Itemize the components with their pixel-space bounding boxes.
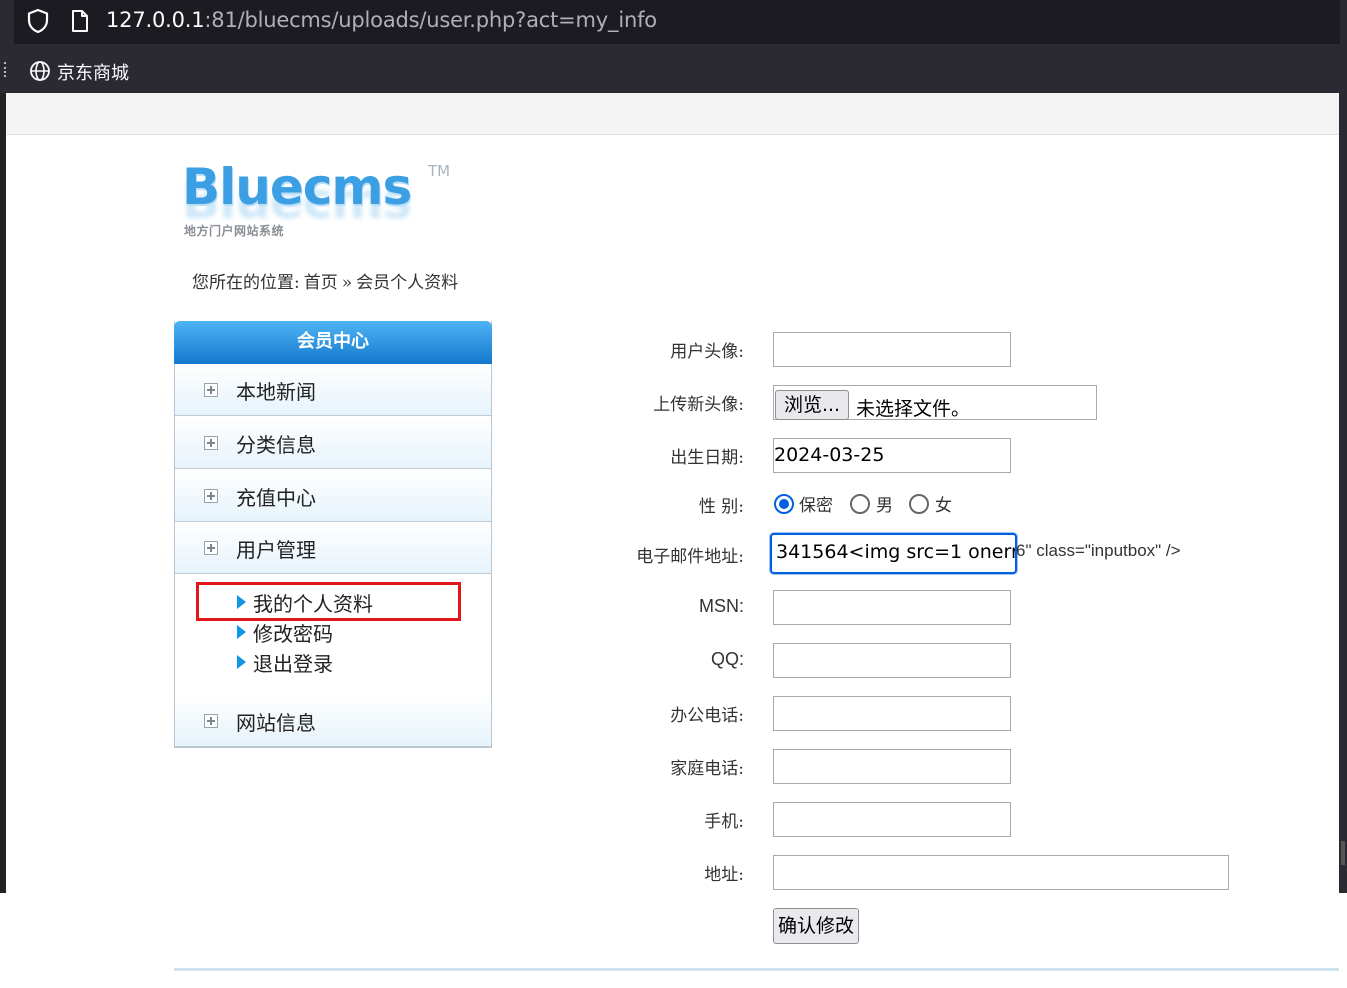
gender-label: 性 别: xyxy=(698,497,744,517)
member-sidebar: 会员中心 本地新闻 分类信息 充值中心 用户管理 我的个人资料 修改密码 退出登… xyxy=(174,321,492,748)
sidebar-item-label: 充值中心 xyxy=(236,486,316,510)
globe-icon xyxy=(30,61,50,81)
breadcrumb-current: 会员个人资料 xyxy=(356,273,459,293)
email-overflow-text: 6" class="inputbox" /> xyxy=(1016,541,1181,560)
site-logo[interactable]: Bluecms TM 地方门户网站系统 xyxy=(180,158,460,248)
office-phone-label: 办公电话: xyxy=(670,706,744,726)
mobile-input[interactable] xyxy=(773,802,1011,837)
sidebar-item-site-info[interactable]: 网站信息 xyxy=(175,695,491,747)
gender-radio-female[interactable] xyxy=(909,494,929,514)
sidebar-item-user-management[interactable]: 用户管理 xyxy=(175,522,491,574)
expand-plus-icon xyxy=(204,714,218,728)
gender-radio-secret[interactable] xyxy=(774,494,794,514)
sidebar-item-local-news[interactable]: 本地新闻 xyxy=(175,364,491,416)
highlight-annotation-box xyxy=(196,582,461,621)
msn-label: MSN: xyxy=(699,596,744,616)
sidebar-item-recharge[interactable]: 充值中心 xyxy=(175,470,491,522)
url-text[interactable]: 127.0.0.1:81/bluecms/uploads/user.php?ac… xyxy=(106,8,657,32)
toolbar-grip xyxy=(4,62,7,77)
url-path: :81/bluecms/uploads/user.php?act=my_info xyxy=(204,8,657,32)
page-icon[interactable] xyxy=(70,9,90,33)
arrow-right-icon xyxy=(237,655,246,669)
breadcrumb: 您所在的位置: 首页» 会员个人资料 xyxy=(192,268,462,293)
expand-plus-icon xyxy=(204,541,218,555)
qq-input[interactable] xyxy=(773,643,1011,678)
breadcrumb-prefix: 您所在的位置: xyxy=(192,273,300,293)
gender-radio-male[interactable] xyxy=(850,494,870,514)
scroll-mark xyxy=(1341,841,1345,865)
qq-label: QQ: xyxy=(710,649,744,669)
gender-option-secret[interactable]: 保密 xyxy=(799,491,833,516)
bookmark-jd[interactable]: 京东商城 xyxy=(57,59,129,85)
logo-tm: TM xyxy=(428,162,451,180)
sidebar-item-label: 本地新闻 xyxy=(236,380,316,404)
email-value: 341564<img src=1 onerro xyxy=(776,541,1017,563)
expand-plus-icon xyxy=(204,436,218,450)
avatar-label: 用户头像: xyxy=(670,342,744,362)
sub-item-change-password[interactable]: 修改密码 xyxy=(237,618,333,646)
sub-item-logout[interactable]: 退出登录 xyxy=(237,648,333,676)
gender-option-female[interactable]: 女 xyxy=(935,491,952,516)
footer-divider xyxy=(174,968,1339,971)
home-phone-input[interactable] xyxy=(773,749,1011,784)
home-phone-label: 家庭电话: xyxy=(670,759,744,779)
upload-avatar-label: 上传新头像: xyxy=(653,395,744,415)
sidebar-item-label: 网站信息 xyxy=(236,711,316,735)
avatar-file-input[interactable]: 浏览... 未选择文件。 xyxy=(773,385,1097,420)
mobile-label: 手机: xyxy=(704,812,744,832)
logo-text: Bluecms xyxy=(182,158,412,216)
right-edge xyxy=(1339,93,1347,893)
email-field[interactable]: 341564<img src=1 onerro xyxy=(770,533,1017,574)
expand-plus-icon xyxy=(204,489,218,503)
sub-item-label: 退出登录 xyxy=(253,652,333,676)
sidebar-title: 会员中心 xyxy=(174,321,492,364)
office-phone-input[interactable] xyxy=(773,696,1011,731)
gender-option-male[interactable]: 男 xyxy=(876,491,893,516)
expand-plus-icon xyxy=(204,383,218,397)
sidebar-item-label: 分类信息 xyxy=(236,433,316,457)
url-host: 127.0.0.1 xyxy=(106,8,205,32)
avatar-field xyxy=(773,332,1011,367)
sidebar-item-label: 用户管理 xyxy=(236,538,316,562)
top-strip xyxy=(6,93,1339,135)
shield-icon[interactable] xyxy=(26,8,50,34)
sidebar-item-classifieds[interactable]: 分类信息 xyxy=(175,417,491,469)
no-file-text: 未选择文件。 xyxy=(856,398,971,420)
breadcrumb-separator: » xyxy=(341,273,353,293)
left-edge xyxy=(0,93,6,893)
email-label: 电子邮件地址: xyxy=(636,547,744,567)
birthday-label: 出生日期: xyxy=(670,448,744,468)
address-label: 地址: xyxy=(704,865,744,885)
confirm-submit-button[interactable]: 确认修改 xyxy=(773,908,859,944)
breadcrumb-home[interactable]: 首页 xyxy=(304,273,338,293)
birthday-input[interactable]: 2024-03-25 xyxy=(773,438,1011,473)
msn-input[interactable] xyxy=(773,590,1011,625)
arrow-right-icon xyxy=(237,625,246,639)
logo-subtitle: 地方门户网站系统 xyxy=(184,224,285,238)
address-input[interactable] xyxy=(773,855,1229,890)
bookmarks-toolbar xyxy=(0,46,1347,93)
browse-button[interactable]: 浏览... xyxy=(775,390,849,420)
sub-item-label: 修改密码 xyxy=(253,622,333,646)
